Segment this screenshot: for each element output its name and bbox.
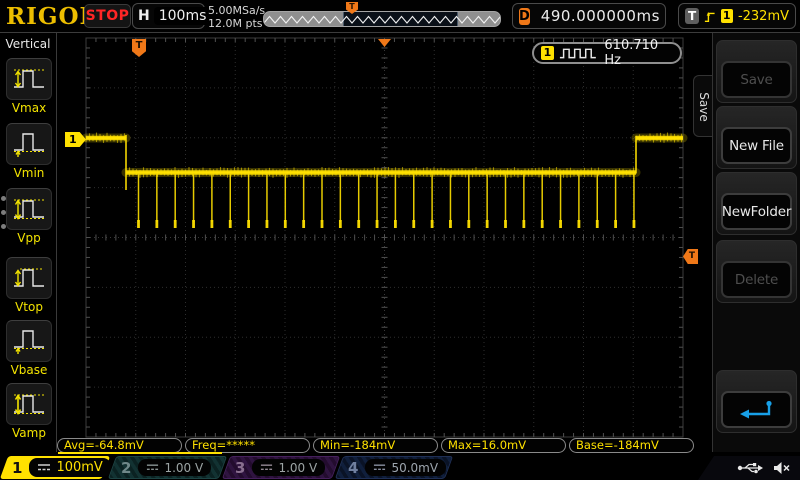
- channel3-number: 3: [235, 459, 245, 477]
- dc-coupling-icon: [373, 463, 386, 472]
- measure-item-label: Vpp: [6, 231, 52, 245]
- menu-slot: New File: [716, 106, 797, 169]
- menu-slot: Delete: [716, 240, 797, 303]
- vpp-icon: [12, 194, 46, 224]
- system-status-area: [698, 456, 800, 480]
- measure-item-vbase[interactable]: Vbase: [6, 320, 52, 377]
- measure-item-label: Vmax: [6, 101, 52, 115]
- measure-item-label: Vmin: [6, 166, 52, 180]
- delay-label-badge: D: [519, 8, 530, 25]
- oscilloscope-screen: RIGOL STOP H 100ms 5.00MSa/s 12.0M pts T…: [0, 0, 800, 480]
- sample-rate: 5.00MSa/s: [208, 4, 265, 17]
- channel2-number: 2: [121, 459, 131, 477]
- channel2-status[interactable]: 2 1.00 V: [108, 456, 227, 479]
- left-measure-menu: Vertical Vmax Vmin: [0, 33, 57, 452]
- left-menu-title: Vertical: [0, 37, 56, 51]
- scroll-dot-icon: [1, 224, 6, 229]
- measure-item-vamp[interactable]: Vamp: [6, 383, 52, 440]
- counter-source-badge: 1: [541, 46, 554, 60]
- memory-waveform-preview: [263, 11, 501, 27]
- rising-edge-icon: [704, 9, 715, 24]
- new-file-button[interactable]: New File: [721, 127, 792, 164]
- measurement-slot-freq[interactable]: Freq=*****: [185, 438, 310, 453]
- trigger-level-value: -232mV: [738, 9, 789, 24]
- right-soft-menu: Save New File NewFolder Delete: [712, 33, 800, 452]
- channel1-number: 1: [12, 459, 22, 477]
- delay-value: 490.000000ms: [541, 7, 660, 25]
- scroll-dot-icon: [1, 210, 6, 215]
- measure-item-label: Vbase: [6, 363, 52, 377]
- vmin-icon: [12, 129, 46, 159]
- top-status-bar: RIGOL STOP H 100ms 5.00MSa/s 12.0M pts T…: [0, 0, 800, 33]
- measure-item-vtop[interactable]: Vtop: [6, 257, 52, 314]
- trigger-box: T 1 -232mV: [678, 3, 796, 29]
- menu-tab-save: Save: [693, 75, 713, 137]
- dc-coupling-icon: [146, 463, 159, 472]
- measurement-slot-avg[interactable]: Avg=-64.8mV: [57, 438, 182, 453]
- square-wave-icon: [559, 46, 600, 60]
- dc-coupling-icon: [260, 463, 273, 472]
- acquisition-info: 5.00MSa/s 12.0M pts: [208, 4, 265, 30]
- trigger-source-badge: 1: [721, 9, 733, 23]
- measure-item-vmin[interactable]: Vmin: [6, 123, 52, 180]
- channel3-status[interactable]: 3 1.00 V: [222, 456, 340, 479]
- timebase-label: H: [138, 8, 150, 24]
- timebase-value: 100ms: [154, 7, 212, 25]
- channel1-status[interactable]: 1 100mV: [0, 456, 110, 479]
- frequency-counter: 1 610.710 Hz: [532, 42, 682, 64]
- waveform-display: [57, 33, 700, 455]
- vbase-icon: [12, 326, 46, 356]
- measure-item-label: Vtop: [6, 300, 52, 314]
- delete-button[interactable]: Delete: [721, 261, 792, 298]
- channel1-scale: 100mV: [56, 460, 102, 475]
- counter-value: 610.710 Hz: [604, 38, 673, 68]
- measure-item-vmax[interactable]: Vmax: [6, 58, 52, 115]
- measure-item-vpp[interactable]: Vpp: [6, 188, 52, 245]
- vtop-icon: [12, 263, 46, 293]
- vamp-icon: [12, 389, 46, 419]
- measurement-slot-base[interactable]: Base=-184mV: [569, 438, 694, 453]
- vmax-icon: [12, 64, 46, 94]
- memory-depth: 12.0M pts: [208, 17, 265, 30]
- trigger-label-badge: T: [685, 8, 699, 24]
- dc-coupling-icon: [37, 463, 51, 472]
- channel2-scale: 1.00 V: [164, 461, 203, 475]
- channel4-number: 4: [348, 459, 358, 477]
- measurement-slot-min[interactable]: Min=-184mV: [313, 438, 438, 453]
- channel-status-bar: 1 100mV 2 1.00 V: [0, 455, 800, 480]
- menu-slot: [716, 370, 797, 433]
- run-status-badge: STOP: [84, 4, 131, 28]
- usb-icon: [737, 461, 764, 475]
- new-folder-button[interactable]: NewFolder: [721, 193, 792, 230]
- menu-slot: Save: [716, 40, 797, 103]
- measurement-slot-max[interactable]: Max=16.0mV: [441, 438, 566, 453]
- channel4-scale: 50.0mV: [391, 461, 438, 475]
- menu-slot: NewFolder: [716, 172, 797, 235]
- save-button[interactable]: Save: [721, 61, 792, 98]
- timebase-box: H 100ms: [132, 3, 205, 29]
- channel4-status[interactable]: 4 50.0mV: [335, 456, 453, 479]
- preview-wave: [264, 12, 500, 26]
- scroll-dot-icon: [1, 196, 6, 201]
- delay-box: D 490.000000ms: [512, 3, 666, 29]
- back-button[interactable]: [721, 391, 792, 428]
- speaker-muted-icon: [773, 461, 790, 475]
- return-arrow-icon: [738, 399, 776, 421]
- measurement-selected-underline: [58, 452, 222, 454]
- channel3-scale: 1.00 V: [278, 461, 317, 475]
